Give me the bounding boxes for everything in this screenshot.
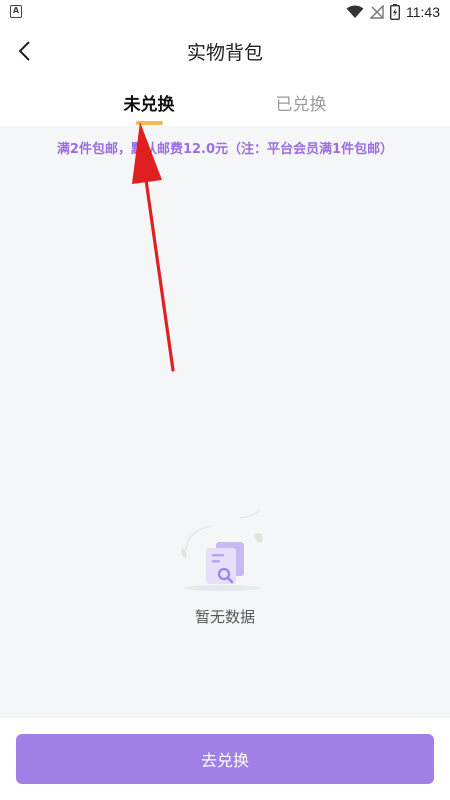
- active-tab-indicator: [136, 121, 163, 125]
- status-right-group: 11:43: [346, 3, 440, 21]
- empty-document-search-icon: [181, 510, 263, 591]
- bottom-bar: 去兑换: [0, 718, 450, 800]
- status-time: 11:43: [406, 4, 440, 20]
- tab-bar: 未兑换 已兑换: [0, 80, 450, 126]
- empty-state-text: 暂无数据: [194, 608, 255, 626]
- page-title: 实物背包: [186, 42, 263, 64]
- content-area: 满2件包邮，默认邮费12.0元（注：平台会员满1件包邮） 暂无数据: [0, 126, 450, 718]
- tab-redeemed[interactable]: 已兑换: [251, 90, 351, 126]
- shipping-notice: 满2件包邮，默认邮费12.0元（注：平台会员满1件包邮）: [56, 142, 394, 157]
- notification-app-icon: A: [10, 5, 22, 18]
- no-signal-icon: [370, 5, 384, 19]
- battery-charging-icon: [390, 4, 400, 20]
- status-bar: A 11:43: [0, 0, 450, 24]
- nav-bar: 实物背包: [0, 24, 450, 80]
- go-redeem-button[interactable]: 去兑换: [16, 734, 434, 784]
- wifi-icon: [346, 5, 364, 18]
